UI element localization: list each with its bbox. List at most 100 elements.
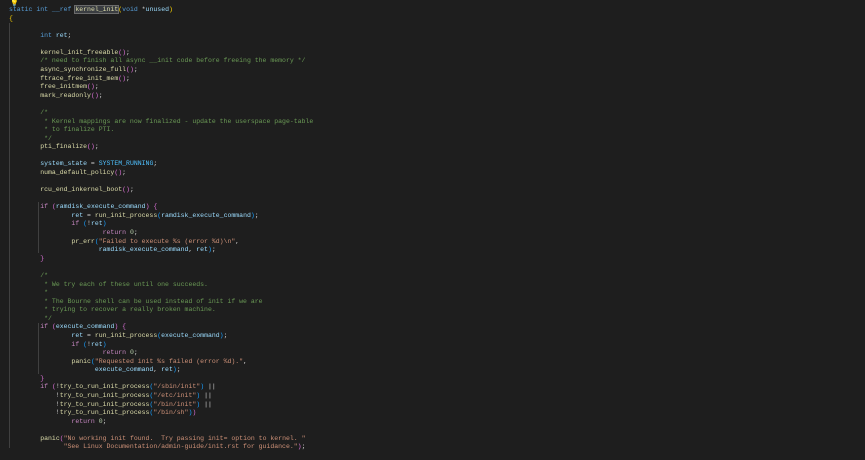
punctuation-token: ; — [176, 366, 181, 374]
code-line[interactable]: if (execute_command) { — [9, 323, 313, 332]
code-line[interactable]: * Kernel mappings are now finalized - up… — [9, 118, 313, 127]
code-editor[interactable]: 💡 static int __ref kernel_init(void *unu… — [0, 0, 865, 460]
code-line[interactable]: ramdisk_execute_command, ret); — [9, 246, 313, 255]
code-line[interactable]: panic("Requested init %s failed (error %… — [9, 358, 313, 367]
code-line[interactable]: system_state = SYSTEM_RUNNING; — [9, 160, 313, 169]
code-line[interactable]: */ — [9, 135, 313, 144]
code-line[interactable]: return 0; — [9, 418, 313, 427]
code-content[interactable]: static int __ref kernel_init(void *unuse… — [9, 5, 313, 460]
punctuation-token: ; — [98, 91, 103, 99]
code-line[interactable]: if (!try_to_run_init_process("/sbin/init… — [9, 383, 313, 392]
code-line[interactable]: /* — [9, 109, 313, 118]
string-literal-token: "/sbin/init" — [153, 383, 201, 391]
code-line[interactable]: /* — [9, 272, 313, 281]
code-line[interactable]: !try_to_run_init_process("/bin/init") || — [9, 401, 313, 410]
punctuation-token — [9, 169, 40, 176]
code-line[interactable]: ret = run_init_process(execute_command); — [9, 332, 313, 341]
punctuation-token: = — [83, 211, 95, 219]
control-keyword-token: if — [40, 383, 49, 391]
punctuation-token: ; — [254, 211, 259, 219]
punctuation-token: ; — [211, 246, 216, 254]
identifier-token: unused — [145, 6, 169, 13]
comment-token: * The Bourne shell can be used instead o… — [40, 297, 263, 305]
punctuation-token — [9, 118, 40, 125]
code-line[interactable]: return 0; — [9, 229, 313, 238]
function-name-token: pti_finalize — [40, 143, 88, 151]
code-line[interactable]: numa_default_policy(); — [9, 169, 313, 178]
code-line[interactable]: ftrace_free_init_mem(); — [9, 75, 313, 84]
code-line[interactable]: !try_to_run_init_process("/bin/sh")) — [9, 409, 313, 418]
code-line[interactable]: */ — [9, 315, 313, 324]
bracket-token: () — [114, 168, 123, 176]
function-name-token: panic — [40, 434, 60, 442]
code-line[interactable]: kernel_init_freeable(); — [9, 49, 313, 58]
code-line[interactable]: * The Bourne shell can be used instead o… — [9, 298, 313, 307]
punctuation-token: ; — [126, 74, 130, 82]
function-name-token: try_to_run_init_process — [59, 383, 150, 391]
code-line[interactable]: * — [9, 289, 313, 298]
code-line[interactable]: return 0; — [9, 349, 313, 358]
string-literal-token: "/etc/init" — [153, 392, 197, 400]
code-line[interactable]: } — [9, 375, 313, 384]
control-keyword-token: if — [40, 203, 49, 211]
comment-token: /* need to finish all async __init code … — [40, 57, 306, 65]
function-name-token: run_init_process — [94, 211, 158, 219]
code-line[interactable]: * trying to recover a really broken mach… — [9, 306, 313, 315]
code-line[interactable]: pti_finalize(); — [9, 143, 313, 152]
code-line[interactable]: !try_to_run_init_process("/etc/init") || — [9, 392, 313, 401]
code-line[interactable]: ret = run_init_process(ramdisk_execute_c… — [9, 212, 313, 221]
punctuation-token — [9, 75, 40, 82]
bracket-token: ) — [102, 340, 107, 348]
constant-token: SYSTEM_RUNNING — [98, 160, 154, 168]
punctuation-token — [9, 109, 40, 116]
code-line[interactable] — [9, 100, 313, 109]
punctuation-token — [9, 375, 40, 382]
code-line[interactable] — [9, 426, 313, 435]
punctuation-token: ; — [153, 160, 158, 168]
bracket-token: () — [87, 143, 95, 151]
code-line[interactable]: int ret; — [9, 32, 313, 41]
code-line[interactable]: { — [9, 15, 313, 24]
punctuation-token: ; — [67, 31, 72, 39]
punctuation-token: ; — [122, 168, 127, 176]
code-line[interactable]: } — [9, 255, 313, 264]
code-line[interactable]: panic("No working init found. Try passin… — [9, 435, 313, 444]
punctuation-token — [9, 323, 40, 330]
code-line[interactable]: /* need to finish all async __init code … — [9, 57, 313, 66]
code-line[interactable] — [9, 23, 313, 32]
punctuation-token: ; — [223, 331, 228, 339]
punctuation-token: || — [200, 392, 212, 400]
code-line[interactable]: execute_command, ret); — [9, 366, 313, 375]
code-line[interactable]: async_synchronize_full(); — [9, 66, 313, 75]
bracket-token: } — [40, 374, 45, 382]
code-line[interactable]: "See Linux Documentation/admin-guide/ini… — [9, 443, 313, 452]
comment-token: * trying to recover a really broken mach… — [40, 306, 216, 314]
code-line[interactable]: pr_err("Failed to execute %s (error %d)\… — [9, 238, 313, 247]
code-line[interactable] — [9, 178, 313, 187]
function-name-token: mark_readonly — [40, 91, 91, 99]
punctuation-token — [9, 298, 40, 305]
code-line[interactable]: static int __ref kernel_init(void *unuse… — [9, 5, 313, 15]
function-name-token: panic — [71, 357, 91, 365]
code-line[interactable]: if (!ret) — [9, 341, 313, 350]
comment-token: /* — [40, 271, 49, 279]
highlighted-function-name-token: kernel_init — [74, 5, 120, 14]
punctuation-token: ; — [94, 143, 99, 151]
punctuation-token — [9, 160, 40, 167]
code-line[interactable]: if (!ret) — [9, 220, 313, 229]
identifier-token: execute_command — [55, 323, 115, 331]
code-line[interactable]: free_initmem(); — [9, 83, 313, 92]
code-line[interactable] — [9, 452, 313, 460]
code-line[interactable]: mark_readonly(); — [9, 92, 313, 101]
code-line[interactable] — [9, 40, 313, 49]
code-line[interactable]: if (ramdisk_execute_command) { — [9, 203, 313, 212]
code-line[interactable]: * We try each of these until one succeed… — [9, 281, 313, 290]
code-line[interactable] — [9, 263, 313, 272]
code-line[interactable]: rcu_end_inkernel_boot(); — [9, 186, 313, 195]
code-line[interactable] — [9, 195, 313, 204]
function-name-token: async_synchronize_full — [40, 66, 127, 74]
code-line[interactable] — [9, 152, 313, 161]
function-name-token: pr_err — [71, 237, 95, 245]
code-line[interactable]: * to finalize PTI. — [9, 126, 313, 135]
punctuation-token — [9, 92, 40, 99]
